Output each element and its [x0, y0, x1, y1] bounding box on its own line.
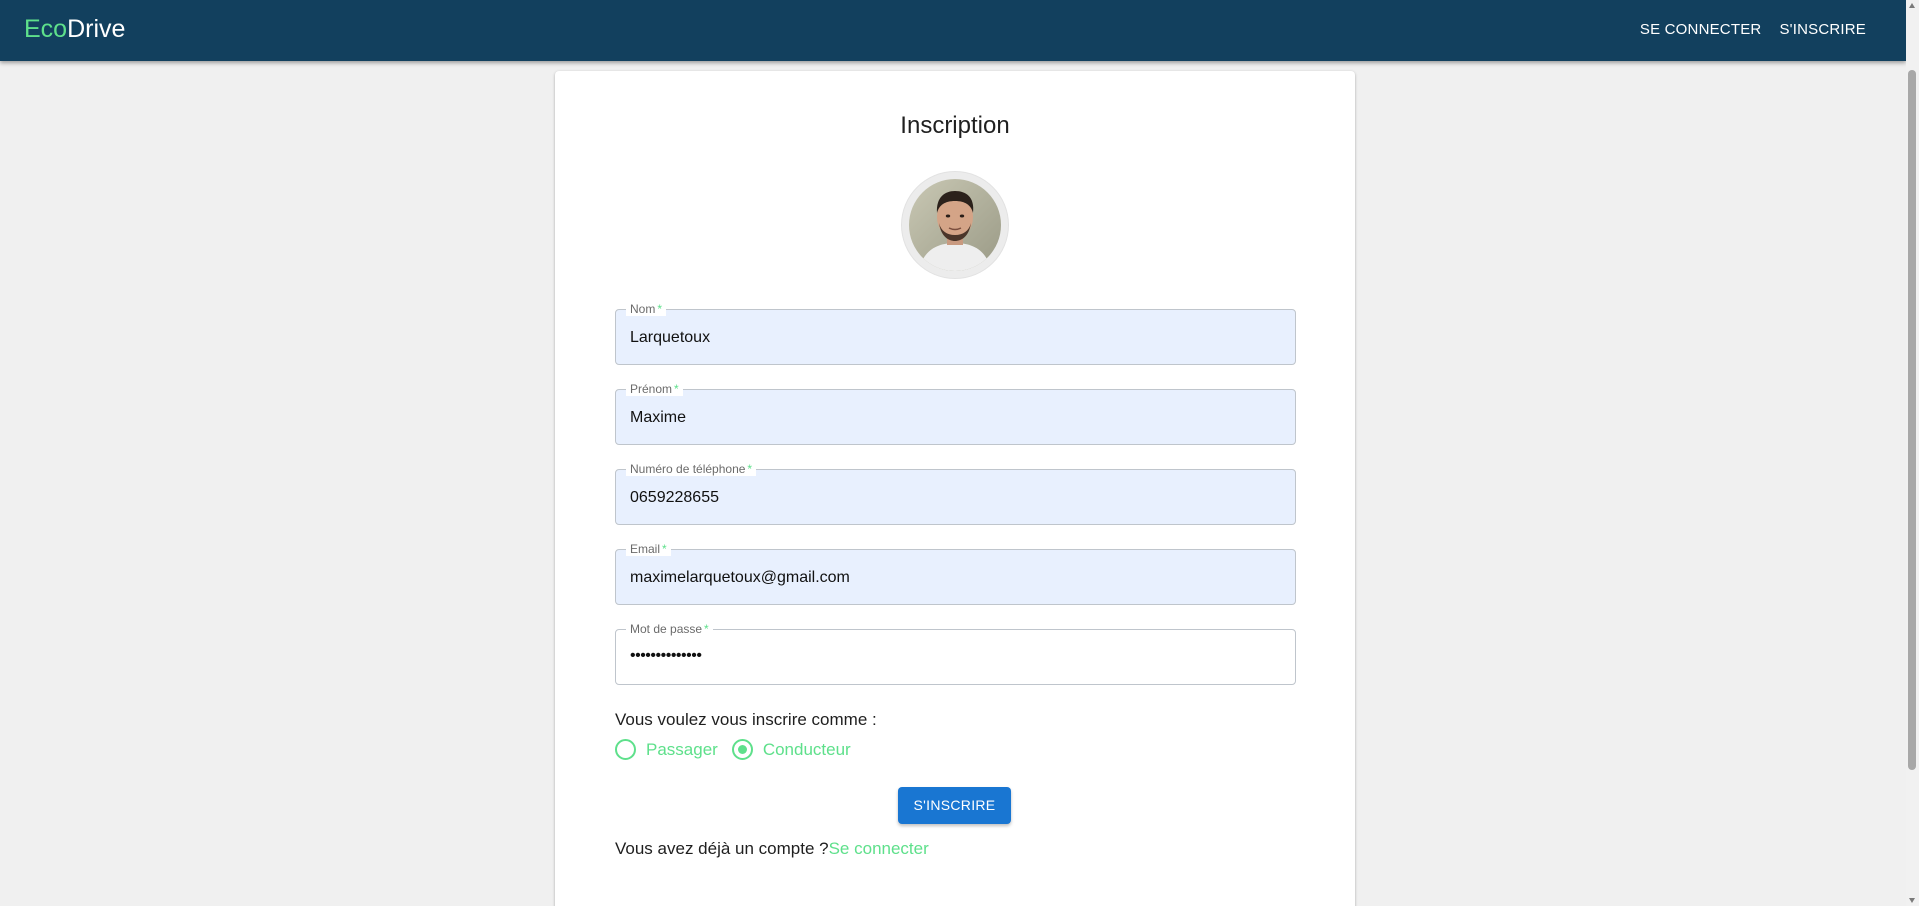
- nav-register-button[interactable]: S'INSCRIRE: [1771, 18, 1874, 42]
- password-label: Mot de passe *: [626, 622, 713, 636]
- email-label: Email *: [626, 542, 671, 556]
- avatar: [909, 179, 1001, 271]
- brand-eco: Eco: [24, 15, 68, 43]
- brand-logo[interactable]: EcoDrive: [24, 13, 125, 45]
- role-driver-option[interactable]: Conducteur: [731, 739, 851, 760]
- role-question: Vous voulez vous inscrire comme :: [615, 710, 877, 729]
- first-name-input[interactable]: Maxime: [630, 408, 686, 428]
- scrollbar-thumb[interactable]: [1908, 70, 1916, 770]
- nav-login-button[interactable]: SE CONNECTER: [1632, 18, 1770, 42]
- login-prompt: Vous avez déjà un compte ?Se connecter: [615, 839, 929, 859]
- page-scrollbar[interactable]: [1906, 0, 1919, 906]
- app-bar: EcoDrive SE CONNECTER S'INSCRIRE: [0, 0, 1906, 61]
- first-name-label: Prénom *: [626, 382, 683, 396]
- role-radio-group: Passager Conducteur: [615, 739, 865, 760]
- avatar-upload[interactable]: [902, 172, 1008, 278]
- phone-input[interactable]: 0659228655: [630, 488, 719, 508]
- radio-checked-icon[interactable]: [731, 739, 753, 760]
- email-input[interactable]: maximelarquetoux@gmail.com: [630, 568, 850, 588]
- role-passenger-label[interactable]: Passager: [646, 740, 718, 760]
- radio-unchecked-icon[interactable]: [615, 739, 636, 760]
- phone-label: Numéro de téléphone *: [626, 462, 757, 476]
- brand-drive: Drive: [67, 15, 126, 43]
- role-driver-label[interactable]: Conducteur: [763, 740, 851, 760]
- login-prompt-text: Vous avez déjà un compte ?: [615, 839, 829, 858]
- email-field[interactable]: Email * maximelarquetoux@gmail.com: [615, 542, 1296, 605]
- scroll-up-icon[interactable]: [1909, 3, 1915, 8]
- first-name-field[interactable]: Prénom * Maxime: [615, 382, 1296, 445]
- page-title: Inscription: [900, 112, 1010, 139]
- password-field[interactable]: Mot de passe * ••••••••••••••: [615, 622, 1296, 685]
- last-name-label: Nom *: [626, 302, 667, 316]
- top-nav: SE CONNECTER S'INSCRIRE: [1632, 18, 1874, 42]
- login-link[interactable]: Se connecter: [829, 839, 929, 858]
- role-passenger-option[interactable]: Passager: [615, 739, 718, 760]
- scroll-down-icon[interactable]: [1909, 898, 1915, 903]
- last-name-input[interactable]: Larquetoux: [630, 328, 710, 348]
- register-button[interactable]: S'INSCRIRE: [898, 787, 1011, 824]
- password-input[interactable]: ••••••••••••••: [630, 646, 702, 666]
- avatar-photo: [909, 179, 1001, 271]
- last-name-field[interactable]: Nom * Larquetoux: [615, 302, 1296, 365]
- phone-field[interactable]: Numéro de téléphone * 0659228655: [615, 462, 1296, 525]
- signup-card: Inscription Nom * Larquetoux Prénom * Ma…: [555, 71, 1355, 906]
